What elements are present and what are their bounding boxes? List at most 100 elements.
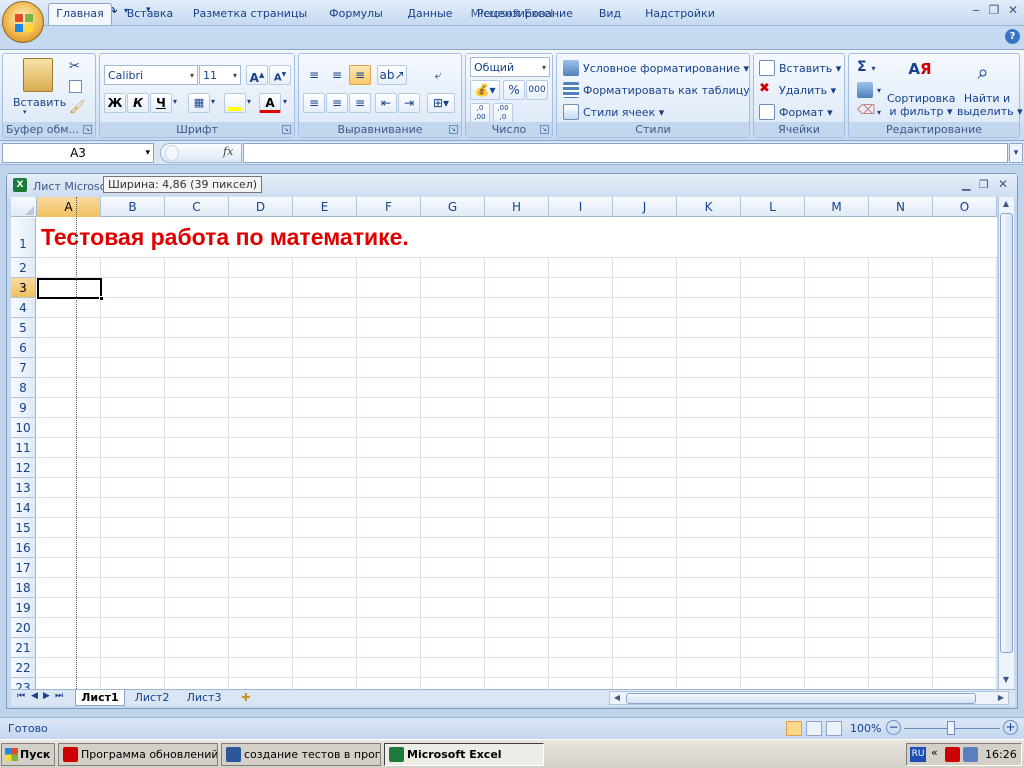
increase-decimal-button[interactable]: ,0 ,00 bbox=[470, 103, 490, 123]
format-painter-icon[interactable]: 🖌 bbox=[69, 100, 86, 115]
align-top-icon[interactable]: ≡ bbox=[303, 65, 325, 85]
format-as-table-button[interactable]: Форматировать как таблицу ▾ bbox=[583, 84, 759, 97]
zoom-slider-thumb[interactable] bbox=[947, 721, 955, 735]
horizontal-scroll-thumb[interactable] bbox=[626, 693, 976, 704]
close-icon[interactable]: ✕ bbox=[1005, 3, 1021, 17]
row-header-8[interactable]: 8 bbox=[11, 378, 36, 398]
decrease-decimal-button[interactable]: ,00 ,0 bbox=[493, 103, 513, 123]
number-format-select[interactable]: Общий ▾ bbox=[470, 57, 550, 77]
row-header-6[interactable]: 6 bbox=[11, 338, 36, 358]
insert-function-button[interactable]: fx bbox=[223, 145, 233, 158]
row-header-9[interactable]: 9 bbox=[11, 398, 36, 418]
row-header-12[interactable]: 12 bbox=[11, 458, 36, 478]
row-header-14[interactable]: 14 bbox=[11, 498, 36, 518]
align-center-icon[interactable]: ≡ bbox=[326, 93, 348, 113]
vertical-scroll-thumb[interactable] bbox=[1000, 213, 1013, 653]
row-header-20[interactable]: 20 bbox=[11, 618, 36, 638]
font-color-button[interactable]: A bbox=[259, 93, 281, 113]
tab-home[interactable]: Главная bbox=[48, 3, 112, 25]
wb-close-icon[interactable]: ✕ bbox=[998, 177, 1008, 191]
column-header-g[interactable]: G bbox=[421, 197, 485, 217]
scroll-down-icon[interactable]: ▼ bbox=[999, 673, 1013, 687]
office-button[interactable] bbox=[2, 1, 44, 43]
row-header-1[interactable]: 1 bbox=[11, 218, 36, 258]
insert-sheet-icon[interactable]: ✚ bbox=[233, 690, 259, 706]
fill-dropdown-icon[interactable]: ▾ bbox=[877, 86, 881, 95]
tray-update-icon[interactable] bbox=[945, 747, 960, 762]
row-header-4[interactable]: 4 bbox=[11, 298, 36, 318]
tab-page-layout[interactable]: Разметка страницы bbox=[190, 5, 310, 24]
task-excel[interactable]: Microsoft Excel bbox=[384, 743, 544, 766]
clear-icon[interactable]: ⌫ bbox=[857, 104, 875, 120]
fill-icon[interactable] bbox=[857, 82, 873, 98]
paste-icon[interactable] bbox=[23, 58, 53, 92]
column-header-b[interactable]: B bbox=[101, 197, 165, 217]
column-header-e[interactable]: E bbox=[293, 197, 357, 217]
cell-styles-button[interactable]: Стили ячеек ▾ bbox=[583, 106, 664, 119]
column-header-a[interactable]: A bbox=[37, 197, 101, 217]
cut-icon[interactable]: ✂ bbox=[69, 59, 80, 74]
font-name-select[interactable]: Calibri ▾ bbox=[104, 65, 198, 85]
percent-button[interactable]: % bbox=[503, 80, 525, 100]
increase-indent-icon[interactable]: ⇥ bbox=[398, 93, 420, 113]
tab-formulas[interactable]: Формулы bbox=[322, 5, 390, 24]
decrease-indent-icon[interactable]: ⇤ bbox=[375, 93, 397, 113]
zoom-out-icon[interactable]: − bbox=[886, 720, 901, 735]
fill-handle[interactable] bbox=[99, 296, 104, 301]
copy-icon[interactable] bbox=[69, 80, 82, 93]
sort-filter-button[interactable]: Сортировка и фильтр ▾ bbox=[887, 92, 956, 118]
row-header-15[interactable]: 15 bbox=[11, 518, 36, 538]
align-right-icon[interactable]: ≡ bbox=[349, 93, 371, 113]
row-header-18[interactable]: 18 bbox=[11, 578, 36, 598]
vertical-scrollbar[interactable]: ▲ ▼ bbox=[998, 197, 1014, 689]
horizontal-scrollbar[interactable]: ◀ ▶ bbox=[609, 691, 1009, 705]
delete-cells-button[interactable]: Удалить ▾ bbox=[779, 84, 836, 97]
column-header-o[interactable]: O bbox=[933, 197, 997, 217]
wb-restore-icon[interactable]: ❐ bbox=[979, 178, 989, 191]
grow-font-button[interactable]: A▲ bbox=[246, 65, 268, 85]
column-header-i[interactable]: I bbox=[549, 197, 613, 217]
zoom-in-icon[interactable]: + bbox=[1003, 720, 1018, 735]
row-header-10[interactable]: 10 bbox=[11, 418, 36, 438]
last-sheet-icon[interactable]: ⏭ bbox=[55, 691, 63, 701]
column-header-d[interactable]: D bbox=[229, 197, 293, 217]
font-color-dropdown-icon[interactable]: ▾ bbox=[283, 97, 287, 106]
column-header-j[interactable]: J bbox=[613, 197, 677, 217]
scroll-left-icon[interactable]: ◀ bbox=[610, 691, 624, 705]
tray-expand-icon[interactable]: « bbox=[931, 746, 938, 759]
currency-button[interactable]: 💰▾ bbox=[470, 80, 500, 100]
fill-color-dropdown-icon[interactable]: ▾ bbox=[247, 97, 251, 106]
first-sheet-icon[interactable]: ⏮ bbox=[17, 691, 25, 701]
number-launcher-icon[interactable]: ↘ bbox=[540, 125, 549, 134]
expand-formula-bar-icon[interactable]: ▾ bbox=[1009, 143, 1023, 163]
fill-color-button[interactable] bbox=[224, 93, 246, 113]
row-header-22[interactable]: 22 bbox=[11, 658, 36, 678]
column-header-m[interactable]: M bbox=[805, 197, 869, 217]
row-header-23[interactable]: 23 bbox=[11, 678, 36, 689]
language-indicator[interactable]: RU bbox=[910, 747, 926, 762]
sheet-tab-1[interactable]: Лист1 bbox=[75, 690, 125, 706]
format-cells-button[interactable]: Формат ▾ bbox=[779, 106, 833, 119]
row-header-3[interactable]: 3 bbox=[11, 278, 36, 298]
tab-review[interactable]: Рецензирование bbox=[472, 5, 578, 24]
paste-dropdown-icon[interactable]: ▾ bbox=[23, 108, 27, 116]
align-bottom-icon[interactable]: ≡ bbox=[349, 65, 371, 85]
tab-addins[interactable]: Надстройки bbox=[640, 5, 720, 24]
cell-a1-title[interactable]: Тестовая работа по математике. bbox=[41, 224, 411, 251]
align-middle-icon[interactable]: ≡ bbox=[326, 65, 348, 85]
column-header-l[interactable]: L bbox=[741, 197, 805, 217]
row-header-7[interactable]: 7 bbox=[11, 358, 36, 378]
clipboard-launcher-icon[interactable]: ↘ bbox=[83, 125, 92, 134]
column-header-n[interactable]: N bbox=[869, 197, 933, 217]
start-button[interactable]: Пуск bbox=[1, 743, 55, 766]
thousands-button[interactable]: 000 bbox=[526, 80, 548, 100]
insert-cells-button[interactable]: Вставить ▾ bbox=[779, 62, 841, 75]
tab-insert[interactable]: Вставка bbox=[118, 5, 182, 24]
row-header-17[interactable]: 17 bbox=[11, 558, 36, 578]
clear-dropdown-icon[interactable]: ▾ bbox=[877, 108, 881, 117]
sheet-tab-3[interactable]: Лист3 bbox=[179, 690, 229, 706]
paste-button[interactable]: Вставить bbox=[13, 96, 66, 109]
splitter-handle-icon[interactable] bbox=[165, 145, 179, 161]
align-left-icon[interactable]: ≡ bbox=[303, 93, 325, 113]
name-box[interactable]: A3 ▾ bbox=[2, 143, 154, 163]
